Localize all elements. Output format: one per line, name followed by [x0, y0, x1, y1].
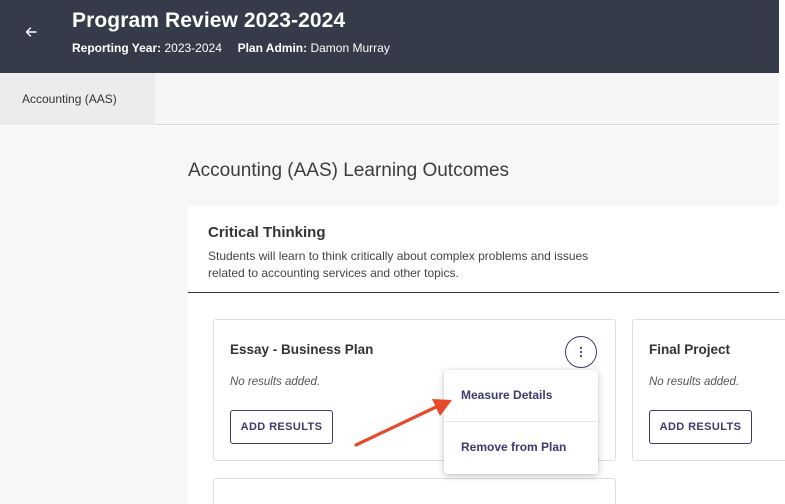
measure-options-menu: Measure Details Remove from Plan [444, 370, 598, 474]
header-meta: Reporting Year: 2023-2024 Plan Admin: Da… [72, 41, 390, 55]
plan-admin-label: Plan Admin: [237, 41, 308, 55]
measure-card: Final Project No results added. ADD RESU… [632, 319, 785, 461]
add-results-button[interactable]: ADD RESULTS [649, 410, 752, 444]
reporting-year-label: Reporting Year: [72, 41, 162, 55]
measure-title: Essay - Business Plan [230, 342, 374, 357]
outcome-description: Students will learn to think critically … [208, 249, 589, 280]
sub-navigation: Accounting (AAS) [0, 73, 779, 125]
reporting-year-value: 2023-2024 [164, 41, 222, 55]
back-button[interactable] [21, 22, 41, 42]
measure-title: Final Project [649, 342, 731, 357]
page-title: Accounting (AAS) Learning Outcomes [188, 160, 510, 181]
outcome-title: Critical Thinking [208, 224, 326, 241]
app-header: Program Review 2023-2024 Reporting Year:… [0, 0, 779, 73]
measure-card-partial [213, 478, 616, 504]
page-header-title: Program Review 2023-2024 [72, 9, 346, 32]
arrow-annotation-icon [354, 399, 452, 447]
divider [188, 292, 779, 293]
measure-status: No results added. [649, 376, 740, 388]
menu-item-remove-from-plan[interactable]: Remove from Plan [444, 422, 598, 472]
tab-accounting-aas[interactable]: Accounting (AAS) [0, 73, 155, 125]
measure-options-button[interactable] [565, 336, 597, 368]
measure-status: No results added. [230, 376, 321, 388]
more-vertical-icon [579, 346, 583, 358]
menu-item-measure-details[interactable]: Measure Details [444, 370, 598, 420]
add-results-button[interactable]: ADD RESULTS [230, 410, 333, 444]
plan-admin-value: Damon Murray [310, 41, 390, 55]
arrow-left-icon [25, 27, 37, 37]
